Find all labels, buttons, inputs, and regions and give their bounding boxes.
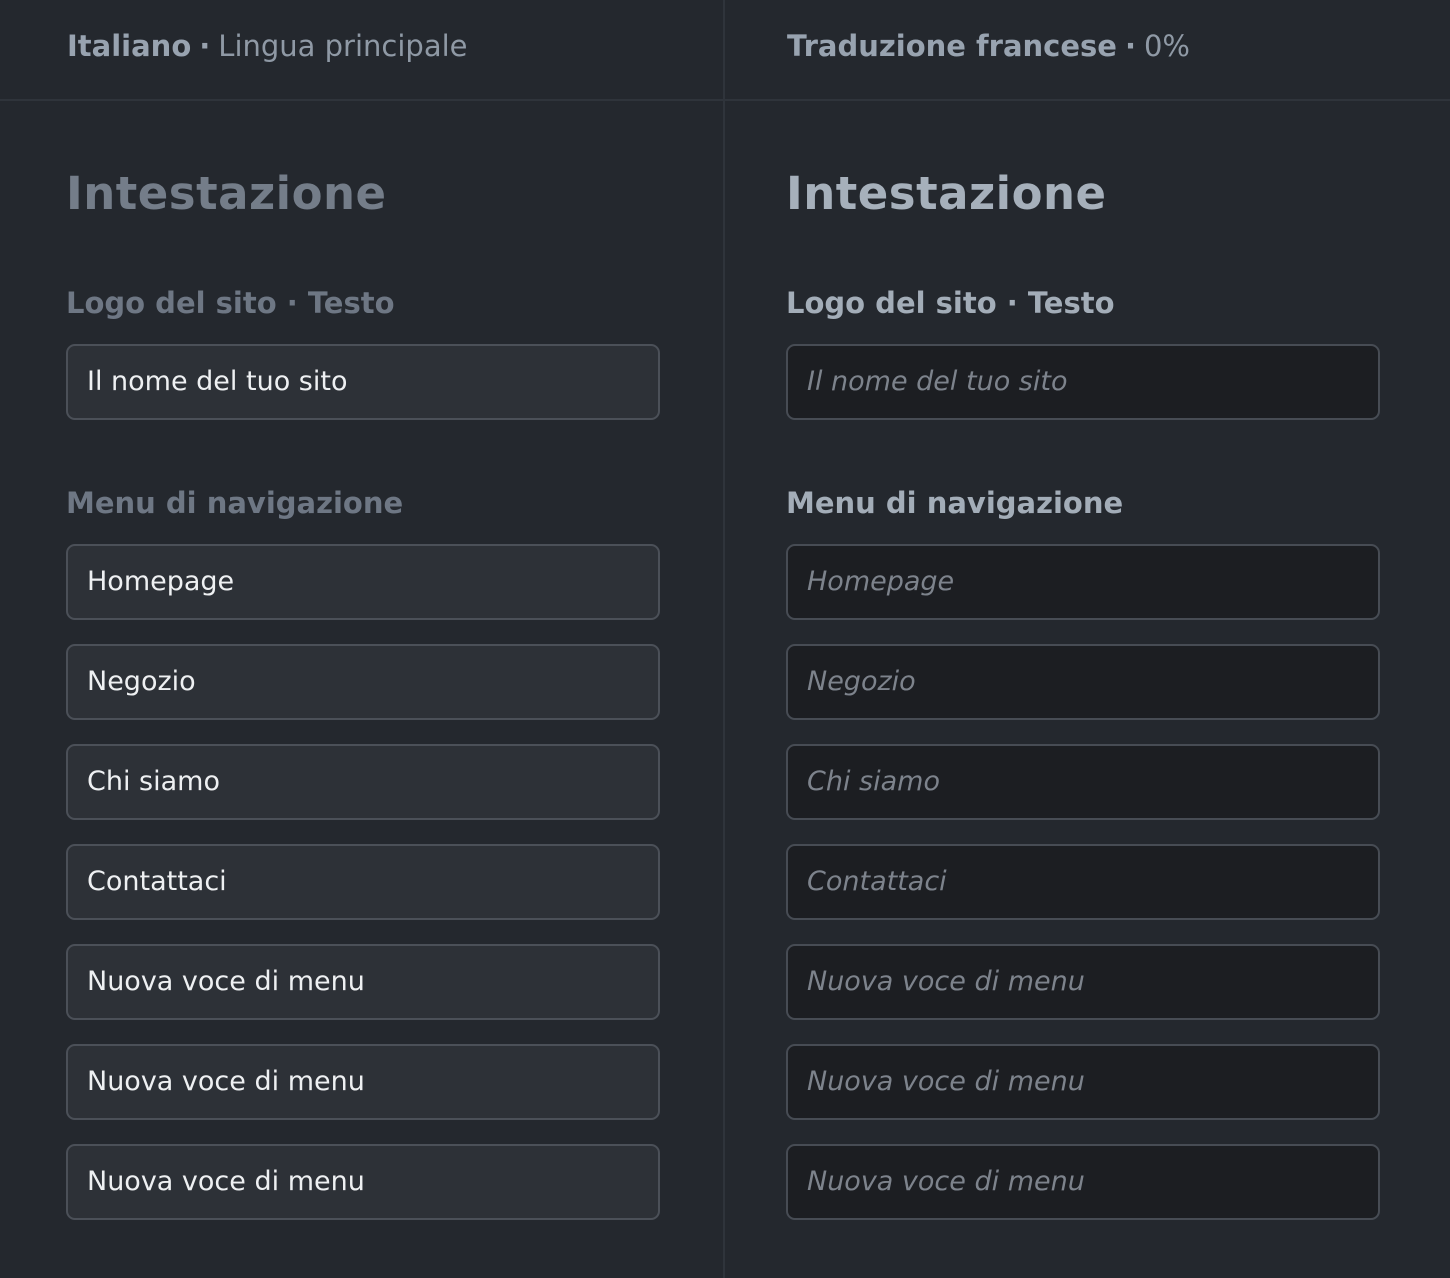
- translation-progress: 0%: [1143, 29, 1190, 63]
- translation-menu-item-field[interactable]: Negozio: [786, 644, 1380, 720]
- source-language-name: Italiano: [67, 29, 192, 63]
- translation-menu-label: Menu di navigazione: [786, 486, 1124, 520]
- column-divider: [723, 0, 725, 1278]
- header-separator: ·: [1124, 29, 1136, 63]
- source-menu-item-field[interactable]: Nuova voce di menu: [66, 1144, 660, 1220]
- source-logo-field[interactable]: Il nome del tuo sito: [66, 344, 660, 420]
- translation-logo-field[interactable]: Il nome del tuo sito: [786, 344, 1380, 420]
- header-divider: [0, 99, 1450, 101]
- translation-language-name: Traduzione francese: [787, 29, 1117, 63]
- translation-menu-item-field[interactable]: Contattaci: [786, 844, 1380, 920]
- translation-header: Traduzione francese · 0%: [787, 24, 1190, 68]
- header-separator: ·: [199, 29, 211, 63]
- source-section-title: Intestazione: [66, 167, 387, 220]
- source-menu-item-field[interactable]: Homepage: [66, 544, 660, 620]
- translation-menu-item-field[interactable]: Homepage: [786, 544, 1380, 620]
- source-menu-item-field[interactable]: Negozio: [66, 644, 660, 720]
- translation-menu-item-field[interactable]: Nuova voce di menu: [786, 1044, 1380, 1120]
- translation-editor: Italiano · Lingua principale Intestazione …: [0, 0, 1450, 1278]
- translation-menu-item-field[interactable]: Nuova voce di menu: [786, 1144, 1380, 1220]
- source-menu-item-field[interactable]: Contattaci: [66, 844, 660, 920]
- translation-section-title: Intestazione: [786, 167, 1107, 220]
- source-menu-item-field[interactable]: Nuova voce di menu: [66, 944, 660, 1020]
- source-language-header: Italiano · Lingua principale: [67, 24, 468, 68]
- translation-menu-item-field[interactable]: Nuova voce di menu: [786, 944, 1380, 1020]
- translation-logo-label: Logo del sito · Testo: [786, 286, 1115, 320]
- source-menu-label: Menu di navigazione: [66, 486, 404, 520]
- source-logo-label: Logo del sito · Testo: [66, 286, 395, 320]
- source-menu-item-field[interactable]: Chi siamo: [66, 744, 660, 820]
- translation-menu-item-field[interactable]: Chi siamo: [786, 744, 1380, 820]
- source-menu-item-field[interactable]: Nuova voce di menu: [66, 1044, 660, 1120]
- source-language-note: Lingua principale: [218, 29, 468, 63]
